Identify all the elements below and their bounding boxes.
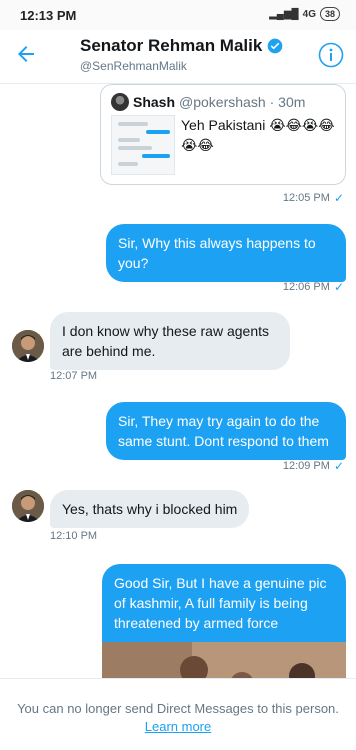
tweet-text: Yeh Pakistani 😭😂😭😂😭😂 [181,117,335,153]
verified-badge-icon [267,38,283,54]
conversation-header: Senator Rehman Malik @SenRehmanMalik [0,30,356,84]
sent-check-icon: ✓ [333,191,344,205]
message-meta: 12:06 PM ✓ [283,280,344,294]
message-time: 12:06 PM [282,281,330,293]
message-meta: 12:05 PM ✓ [283,191,344,205]
network-label: 4G [302,8,316,20]
outgoing-photo-message[interactable]: Good Sir, But I have a genuine pic of ka… [102,564,346,678]
incoming-message[interactable]: I don know why these raw agents are behi… [50,312,290,370]
contact-avatar[interactable] [12,330,44,362]
status-time: 12:13 PM [20,8,77,23]
tweet-author-handle: @pokershash [179,94,266,110]
sent-check-icon: ✓ [333,459,344,473]
message-meta: 12:09 PM ✓ [283,459,344,473]
blocked-notice: You can no longer send Direct Messages t… [17,701,339,716]
battery-icon: 38 [319,7,340,21]
attached-photo[interactable] [102,642,346,678]
back-arrow-icon[interactable] [14,42,38,66]
outgoing-message: Good Sir, But I have a genuine pic of ka… [114,575,327,631]
message-time: 12:07 PM [50,370,98,382]
contact-avatar[interactable] [12,490,44,522]
contact-name: Senator Rehman Malik [80,36,263,55]
outgoing-message[interactable]: Sir, Why this always happens to you? [106,224,346,282]
contact-handle: @SenRehmanMalik [80,59,187,73]
shared-tweet-card[interactable]: Shash @pokershash · 30m Yeh Pakistani 😭😂… [100,84,346,185]
signal-icon: ▂▄▆█ [269,8,299,20]
info-icon[interactable] [318,42,344,68]
message-list[interactable]: Shash @pokershash · 30m Yeh Pakistani 😭😂… [0,84,356,678]
tweet-media-thumbnail[interactable] [111,115,175,175]
message-time: 12:10 PM [50,530,98,542]
outgoing-message[interactable]: Sir, They may try again to do the same s… [106,402,346,460]
message-time: 12:09 PM [282,460,330,472]
sent-check-icon: ✓ [333,280,344,294]
learn-more-link[interactable]: Learn more [145,719,211,734]
incoming-message[interactable]: Yes, thats why i blocked him [50,490,250,528]
tweet-header: Shash @pokershash · 30m [111,93,305,111]
tweet-author-avatar [111,93,129,111]
message-time: 12:05 PM [282,192,330,204]
status-icons: ▂▄▆█ 4G 38 [269,7,340,21]
status-bar: 12:13 PM ▂▄▆█ 4G 38 [0,0,356,30]
tweet-author-name: Shash [133,94,176,110]
tweet-time: · 30m [269,94,306,110]
dm-blocked-footer: You can no longer send Direct Messages t… [0,678,356,750]
contact-name-row[interactable]: Senator Rehman Malik [80,36,283,56]
